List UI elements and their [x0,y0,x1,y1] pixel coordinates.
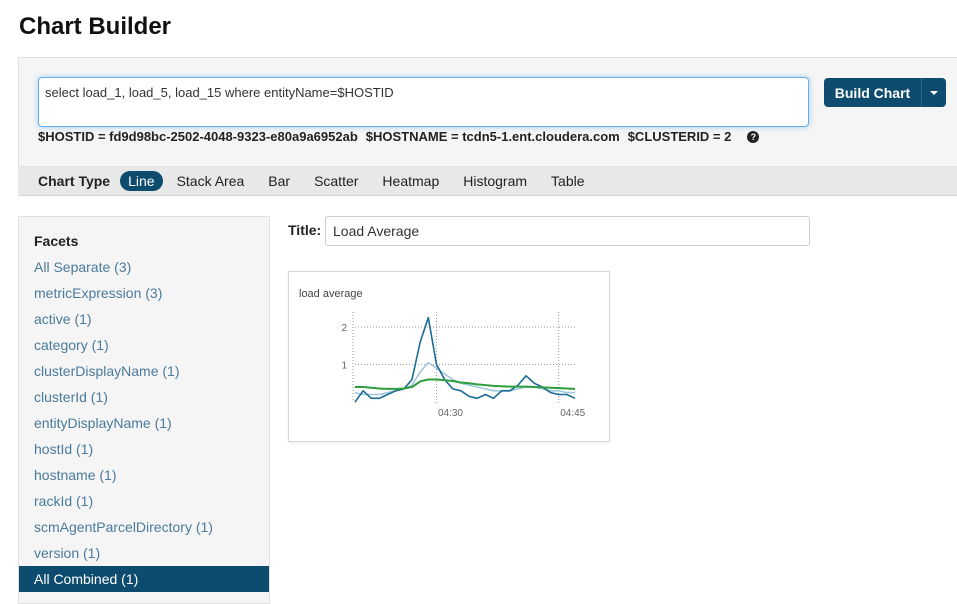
question-circle-icon[interactable]: ? [747,130,760,143]
facets-title: Facets [34,233,79,249]
facet-cluster-id[interactable]: clusterId (1) [19,384,269,410]
title-input[interactable] [325,216,810,246]
query-input[interactable]: select load_1, load_5, load_15 where ent… [38,77,809,127]
y-tick-label: 2 [341,323,347,334]
clusterid-variable: $CLUSTERID = 2 [627,129,732,144]
facet-hostname[interactable]: hostname (1) [19,462,269,488]
query-panel: select load_1, load_5, load_15 where ent… [18,57,957,167]
chart-type-bar: Chart Type Line Stack Area Bar Scatter H… [18,167,957,196]
caret-down-icon [930,90,938,95]
chart-type-stack-area[interactable]: Stack Area [169,171,253,191]
facet-active[interactable]: active (1) [19,306,269,332]
chart-type-heatmap[interactable]: Heatmap [374,171,447,191]
facet-host-id[interactable]: hostId (1) [19,436,269,462]
facet-rack-id[interactable]: rackId (1) [19,488,269,514]
x-tick-label: 04:45 [560,408,585,419]
facet-list: All Separate (3) metricExpression (3) ac… [19,254,269,592]
variables-line: $HOSTID = fd9d98bc-2502-4048-9323-e80a9a… [38,129,760,144]
x-tick-label: 04:30 [438,408,463,419]
y-tick-label: 1 [341,361,347,372]
chart-title: load average [299,288,363,300]
chart-type-scatter[interactable]: Scatter [306,171,366,191]
build-chart-button[interactable]: Build Chart [824,78,921,107]
facets-panel: Facets All Separate (3) metricExpression… [18,216,270,604]
title-label: Title: [288,222,322,238]
build-options-dropdown[interactable] [922,78,946,107]
load-average-chart: load average 1 2 04:30 04:45 [299,288,586,419]
page-title: Chart Builder [19,13,172,40]
facet-version[interactable]: version (1) [19,540,269,566]
facet-cluster-display-name[interactable]: clusterDisplayName (1) [19,358,269,384]
chart-preview-card[interactable]: load average 1 2 04:30 04:45 [288,271,610,442]
hostname-variable: $HOSTNAME = tcdn5-1.ent.cloudera.com [365,129,620,144]
facet-category[interactable]: category (1) [19,332,269,358]
facet-all-separate[interactable]: All Separate (3) [19,254,269,280]
facet-entity-display-name[interactable]: entityDisplayName (1) [19,410,269,436]
chart-type-histogram[interactable]: Histogram [455,171,535,191]
facet-metric-expression[interactable]: metricExpression (3) [19,280,269,306]
chart-type-label: Chart Type [38,173,111,189]
hostid-variable: $HOSTID = fd9d98bc-2502-4048-9323-e80a9a… [38,129,358,144]
chart-type-line[interactable]: Line [120,171,163,191]
build-chart-split-button[interactable]: Build Chart [824,78,946,107]
chart-type-table[interactable]: Table [543,171,592,191]
chart-type-bar[interactable]: Bar [260,171,298,191]
facet-scm-agent-parcel-directory[interactable]: scmAgentParcelDirectory (1) [19,514,269,540]
facet-all-combined[interactable]: All Combined (1) [19,566,269,592]
